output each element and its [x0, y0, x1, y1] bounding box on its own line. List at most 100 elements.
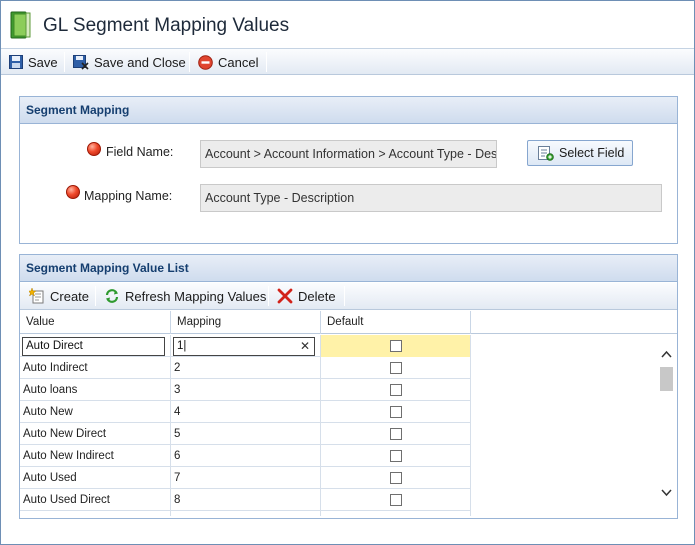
- required-icon: [87, 142, 101, 156]
- delete-label: Delete: [298, 288, 336, 304]
- value-cell[interactable]: Auto New Direct: [20, 423, 171, 445]
- save-icon: [9, 55, 23, 69]
- mapping-name-label: Mapping Name:: [84, 189, 173, 203]
- save-close-icon: [73, 54, 89, 70]
- default-checkbox[interactable]: [390, 472, 402, 484]
- window-title: GL Segment Mapping Values: [43, 15, 290, 36]
- cancel-icon: [198, 54, 213, 70]
- select-field-button[interactable]: Select Field: [527, 140, 633, 166]
- table-row[interactable]: Auto Direct 1| ✕: [20, 335, 471, 357]
- default-cell[interactable]: [321, 511, 471, 516]
- table-row[interactable]: Auto New Indirect 6: [20, 445, 471, 467]
- value-list-toolbar: Create Refresh Mapping Values Delete: [20, 283, 677, 310]
- value-cell[interactable]: Auto loans: [20, 379, 171, 401]
- toolbar-divider: [64, 52, 65, 72]
- default-checkbox[interactable]: [390, 494, 402, 506]
- field-name-label: Field Name:: [106, 145, 174, 159]
- column-header-mapping[interactable]: Mapping: [171, 311, 321, 334]
- delete-icon: [277, 288, 293, 304]
- column-header-value[interactable]: Value: [20, 311, 171, 334]
- segment-mapping-header: Segment Mapping: [20, 97, 677, 124]
- create-label: Create: [50, 288, 90, 304]
- table-row[interactable]: Auto loans 3: [20, 379, 471, 401]
- default-cell[interactable]: [321, 467, 471, 489]
- value-cell[interactable]: Auto Indirect: [20, 357, 171, 379]
- scroll-up-icon[interactable]: [661, 350, 672, 359]
- cancel-label: Cancel: [218, 54, 259, 70]
- default-checkbox[interactable]: [390, 428, 402, 440]
- default-cell[interactable]: [321, 401, 471, 423]
- default-checkbox[interactable]: [390, 384, 402, 396]
- refresh-icon: [105, 289, 119, 303]
- create-button[interactable]: Create: [29, 287, 89, 305]
- table-row[interactable]: Auto New 4: [20, 401, 471, 423]
- refresh-mapping-values-button[interactable]: Refresh Mapping Values: [104, 287, 266, 305]
- scroll-thumb[interactable]: [660, 367, 673, 391]
- select-field-icon: [538, 145, 554, 161]
- value-input[interactable]: Auto Direct: [22, 337, 165, 356]
- text-cursor: |: [183, 340, 187, 352]
- mapping-cell[interactable]: [171, 511, 321, 516]
- default-checkbox[interactable]: [390, 450, 402, 462]
- value-cell[interactable]: Auto New Indirect: [20, 445, 171, 467]
- refresh-mapping-values-label: Refresh Mapping Values: [125, 288, 267, 304]
- default-checkbox[interactable]: [390, 340, 402, 352]
- mapping-cell[interactable]: 5: [171, 423, 321, 445]
- table-row[interactable]: Auto New Direct 5: [20, 423, 471, 445]
- book-icon: [10, 11, 31, 39]
- grid-body: Auto Direct 1| ✕ Auto Indirect 2 Auto lo…: [20, 335, 657, 516]
- value-list-header: Segment Mapping Value List: [20, 255, 677, 282]
- default-cell[interactable]: [321, 335, 471, 357]
- field-name-field: Account > Account Information > Account …: [200, 140, 497, 168]
- toolbar-divider: [95, 286, 96, 306]
- grid-header: Value Mapping Default: [20, 311, 677, 334]
- table-row[interactable]: Auto Indirect 2: [20, 357, 471, 379]
- title-bar: GL Segment Mapping Values: [1, 1, 694, 47]
- default-cell[interactable]: [321, 489, 471, 511]
- select-field-label: Select Field: [559, 146, 625, 160]
- value-cell[interactable]: [20, 511, 171, 516]
- toolbar-divider: [266, 52, 267, 72]
- mapping-cell[interactable]: 2: [171, 357, 321, 379]
- value-list-panel: Segment Mapping Value List Create Refres…: [19, 254, 678, 519]
- mapping-name-field: Account Type - Description: [200, 184, 662, 212]
- table-row[interactable]: [20, 511, 471, 516]
- default-cell[interactable]: [321, 357, 471, 379]
- create-icon: [29, 288, 44, 304]
- delete-button[interactable]: Delete: [277, 287, 336, 305]
- value-cell[interactable]: Auto New: [20, 401, 171, 423]
- main-toolbar: Save Save and Close Cancel: [1, 48, 694, 75]
- toolbar-divider: [344, 286, 345, 306]
- save-label: Save: [28, 54, 58, 70]
- gl-segment-mapping-window: GL Segment Mapping Values Save Save and …: [0, 0, 695, 545]
- toolbar-divider: [268, 286, 269, 306]
- mapping-cell[interactable]: 6: [171, 445, 321, 467]
- value-cell[interactable]: Auto Used Direct: [20, 489, 171, 511]
- value-cell[interactable]: Auto Direct: [20, 335, 171, 357]
- save-button[interactable]: Save: [9, 53, 58, 71]
- value-cell[interactable]: Auto Used: [20, 467, 171, 489]
- mapping-cell[interactable]: 7: [171, 467, 321, 489]
- mapping-cell[interactable]: 1| ✕: [171, 335, 321, 357]
- cancel-button[interactable]: Cancel: [198, 53, 258, 71]
- default-cell[interactable]: [321, 445, 471, 467]
- default-cell[interactable]: [321, 379, 471, 401]
- default-checkbox[interactable]: [390, 406, 402, 418]
- required-icon: [66, 185, 80, 199]
- segment-mapping-panel: Segment Mapping Field Name: Account > Ac…: [19, 96, 678, 244]
- mapping-cell[interactable]: 3: [171, 379, 321, 401]
- default-cell[interactable]: [321, 423, 471, 445]
- mapping-cell[interactable]: 8: [171, 489, 321, 511]
- scroll-down-icon[interactable]: [661, 488, 672, 497]
- column-header-default[interactable]: Default: [321, 311, 471, 334]
- save-and-close-label: Save and Close: [94, 54, 186, 70]
- mapping-input[interactable]: 1| ✕: [173, 337, 315, 356]
- table-row[interactable]: Auto Used 7: [20, 467, 471, 489]
- default-checkbox[interactable]: [390, 362, 402, 374]
- vertical-scrollbar[interactable]: [658, 336, 675, 517]
- toolbar-divider: [189, 52, 190, 72]
- table-row[interactable]: Auto Used Direct 8: [20, 489, 471, 511]
- mapping-cell[interactable]: 4: [171, 401, 321, 423]
- clear-icon[interactable]: ✕: [300, 338, 310, 355]
- save-and-close-button[interactable]: Save and Close: [73, 53, 186, 71]
